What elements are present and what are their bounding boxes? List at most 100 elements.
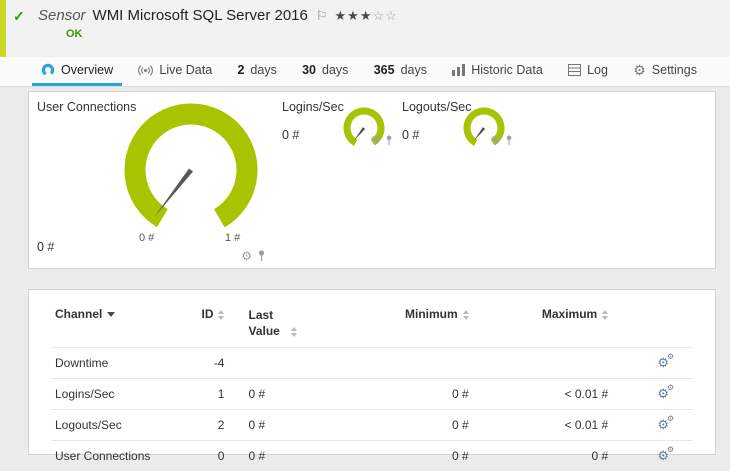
tab-label: Historic Data xyxy=(471,63,543,77)
channel-maximum: < 0.01 # xyxy=(472,409,613,441)
tab-settings[interactable]: ⚙ Settings xyxy=(624,57,706,86)
channel-minimum: 0 # xyxy=(323,440,473,471)
tab-overview[interactable]: Overview xyxy=(32,57,123,86)
channel-id: 1 xyxy=(170,378,229,410)
gauge-scale-min: 0 # xyxy=(139,232,155,244)
channel-minimum: 0 # xyxy=(323,409,473,441)
channel-maximum: < 0.01 # xyxy=(472,378,613,410)
stars-filled: ★★★ xyxy=(334,7,373,23)
channel-row-logins[interactable]: Logins/Sec 1 0 # 0 # < 0.01 # ⚙ ⚙ xyxy=(51,378,693,410)
tab-bar: Overview Live Data 2 days 30 days 365 da… xyxy=(0,57,730,87)
channel-id: 2 xyxy=(170,409,229,441)
user-connections-gauge xyxy=(124,103,258,237)
tab-label: days xyxy=(250,63,277,77)
gauge-pin-icon[interactable] xyxy=(385,135,393,146)
logouts-gauge-block: Logouts/Sec 0 # ⚙ xyxy=(402,92,522,268)
channel-settings-icon[interactable]: ⚙ ⚙ xyxy=(657,445,674,464)
channel-minimum: 0 # xyxy=(323,378,473,410)
sort-icon xyxy=(218,309,225,320)
log-list-icon xyxy=(568,64,582,76)
channel-id: 0 xyxy=(170,440,229,471)
tab-historic-data[interactable]: Historic Data xyxy=(443,57,552,86)
gauge-value: 0 # xyxy=(402,128,420,142)
gauge-icon xyxy=(41,63,55,77)
channel-settings-icon[interactable]: ⚙ ⚙ xyxy=(657,352,674,371)
gauge-settings-icon[interactable]: ⚙ xyxy=(241,250,252,262)
channels-table: Channel ID Last Value Minimum Maximum Do… xyxy=(51,298,693,471)
gauge-pin-icon[interactable] xyxy=(505,135,513,146)
gear-icon: ⚙ xyxy=(633,62,646,78)
tab-label: days xyxy=(400,63,427,77)
table-header-row: Channel ID Last Value Minimum Maximum xyxy=(51,298,693,348)
bar-chart-icon xyxy=(452,64,466,76)
sort-icon xyxy=(462,309,469,320)
channel-name: Downtime xyxy=(51,347,171,379)
tab-number: 365 xyxy=(373,63,395,77)
column-header-id[interactable]: ID xyxy=(171,298,229,348)
accent-stripe xyxy=(0,0,6,57)
channel-last-value: 0 # xyxy=(228,378,324,410)
tab-log[interactable]: Log xyxy=(559,57,617,86)
gauge-settings-icon[interactable]: ⚙ xyxy=(370,134,381,146)
channel-name: Logins/Sec xyxy=(51,378,171,410)
gauge-needle xyxy=(154,168,193,218)
gauge-value: 0 # xyxy=(37,240,55,254)
gauge-icons: ⚙ xyxy=(241,250,266,262)
channel-maximum xyxy=(472,347,613,379)
ok-check-icon: ✓ xyxy=(13,8,25,24)
gauge-needle xyxy=(473,127,486,142)
channel-id: -4 xyxy=(170,347,229,379)
channel-row-logouts[interactable]: Logouts/Sec 2 0 # 0 # < 0.01 # ⚙ ⚙ xyxy=(51,409,693,441)
tab-live-data[interactable]: Live Data xyxy=(129,57,221,86)
channels-panel: Channel ID Last Value Minimum Maximum Do… xyxy=(28,289,716,471)
tab-label: days xyxy=(322,63,349,77)
sort-icon xyxy=(291,327,298,338)
column-header-maximum[interactable]: Maximum xyxy=(473,298,613,348)
channel-last-value xyxy=(228,347,324,379)
sensor-page: ✓ Sensor WMI Microsoft SQL Server 2016 ⚐… xyxy=(0,0,730,471)
gauge-scale-max: 1 # xyxy=(225,232,241,244)
tab-label: Settings xyxy=(651,63,697,77)
channel-maximum: 0 # xyxy=(472,440,613,471)
channel-last-value: 0 # xyxy=(228,409,324,441)
column-header-last-value[interactable]: Last Value xyxy=(228,298,323,348)
gauge-title: Logins/Sec xyxy=(282,100,344,114)
status-badge: OK xyxy=(66,28,83,40)
channel-settings-icon[interactable]: ⚙ ⚙ xyxy=(657,414,674,433)
gauge-icons: ⚙ xyxy=(490,134,513,146)
page-title: WMI Microsoft SQL Server 2016 xyxy=(92,7,308,24)
tab-number: 2 xyxy=(237,63,245,77)
channel-row-downtime[interactable]: Downtime -4 ⚙ ⚙ xyxy=(51,347,693,379)
title-block: Sensor WMI Microsoft SQL Server 2016 ⚐ ★… xyxy=(0,0,730,40)
sensor-header: ✓ Sensor WMI Microsoft SQL Server 2016 ⚐… xyxy=(0,0,730,57)
gauge-settings-icon[interactable]: ⚙ xyxy=(490,134,501,146)
channel-settings-icon[interactable]: ⚙ ⚙ xyxy=(657,383,674,402)
gauge-pin-icon[interactable] xyxy=(257,250,266,262)
object-kind-label: Sensor xyxy=(38,7,86,24)
user-connections-gauge-block: User Connections 0 # 0 # 1 # ⚙ xyxy=(29,92,282,268)
tab-365-days[interactable]: 365 days xyxy=(365,57,436,86)
stars-empty: ☆☆ xyxy=(372,7,398,23)
broadcast-icon xyxy=(138,64,154,76)
logins-gauge-block: Logins/Sec 0 # ⚙ xyxy=(282,92,402,268)
column-header-actions xyxy=(612,298,693,348)
sort-icon xyxy=(602,309,609,320)
tab-2-days[interactable]: 2 days xyxy=(228,57,285,86)
gauge-icons: ⚙ xyxy=(370,134,393,146)
column-header-minimum[interactable]: Minimum xyxy=(323,298,472,348)
tab-30-days[interactable]: 30 days xyxy=(293,57,357,86)
gauge-needle xyxy=(353,127,366,142)
channel-row-user-connections[interactable]: User Connections 0 0 # 0 # 0 # ⚙ ⚙ xyxy=(51,440,693,471)
column-header-channel[interactable]: Channel xyxy=(51,298,171,348)
tab-label: Log xyxy=(587,63,608,77)
flag-icon[interactable]: ⚐ xyxy=(316,8,328,24)
channel-name: User Connections xyxy=(51,440,171,471)
channel-last-value: 0 # xyxy=(228,440,324,471)
tab-label: Overview xyxy=(61,63,114,77)
priority-stars[interactable]: ★★★☆☆ xyxy=(335,8,398,24)
gauge-value: 0 # xyxy=(282,128,300,142)
tab-number: 30 xyxy=(302,63,317,77)
channel-name: Logouts/Sec xyxy=(51,409,171,441)
sort-caret-icon xyxy=(107,312,116,318)
channel-minimum xyxy=(323,347,473,379)
